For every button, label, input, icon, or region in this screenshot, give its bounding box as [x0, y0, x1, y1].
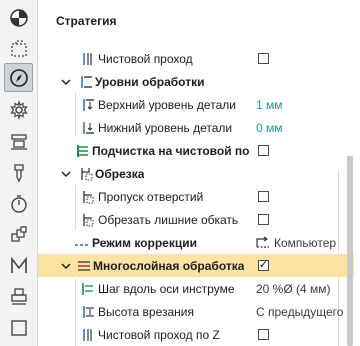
row-finish-pass[interactable]: Чистовой проход	[38, 47, 354, 70]
row-label: Пропуск отверстий	[98, 189, 204, 204]
row-label: Нижний уровень детали	[98, 120, 233, 135]
row-cleanup[interactable]: Подчистка на чистовой по	[38, 139, 354, 162]
machine-icon[interactable]	[4, 126, 33, 155]
printer-icon[interactable]	[4, 282, 33, 311]
row-finish-pass-z[interactable]: Чистовой проход по Z	[38, 323, 354, 346]
correction-mode-value[interactable]: Компьютер	[274, 236, 352, 250]
step-value[interactable]: 20 %Ø (4 мм)	[256, 282, 352, 296]
vertical-scrollbar[interactable]	[347, 156, 353, 346]
drill-icon[interactable]	[4, 158, 33, 187]
row-label: Чистовой проход по Z	[98, 327, 220, 342]
skip-holes-checkbox[interactable]	[258, 191, 269, 202]
row-trim[interactable]: Обрезка	[38, 162, 354, 185]
bottom-level-icon	[80, 120, 96, 136]
levels-icon	[78, 74, 94, 90]
cleanup-icon	[75, 143, 91, 159]
plunge-height-value[interactable]: С предыдущего	[256, 305, 352, 319]
row-label: Верхний уровень детали	[98, 97, 236, 112]
row-skip-holes[interactable]: Пропуск отверстий	[38, 185, 354, 208]
compass-icon[interactable]	[4, 63, 33, 92]
chevron-down-icon[interactable]	[60, 260, 72, 272]
finish-pass-checkbox[interactable]	[258, 53, 269, 64]
scrollbar-thumb[interactable]	[347, 156, 353, 346]
chevron-down-icon[interactable]	[60, 76, 72, 88]
row-step-along-axis[interactable]: Шаг вдоль оси инструме 20 %Ø (4 мм)	[38, 277, 354, 300]
trim-icon	[78, 166, 94, 182]
clock-icon[interactable]	[4, 189, 33, 218]
multilayer-icon	[76, 258, 92, 274]
row-label: Обрезка	[95, 166, 145, 181]
row-label: Подчистка на чистовой по	[92, 143, 250, 158]
top-level-icon	[80, 97, 96, 113]
row-label: Обрезать лишние обкать	[98, 212, 239, 227]
strategy-panel: Стратегия Чистовой проход Уровни обработ…	[38, 0, 360, 346]
pie-icon[interactable]	[4, 3, 33, 32]
cleanup-checkbox[interactable]	[258, 145, 269, 156]
row-plunge-height[interactable]: Высота врезания С предыдущего	[38, 300, 354, 323]
step-icon	[80, 281, 96, 297]
row-label: Многослойная обработка	[93, 258, 245, 273]
top-level-value[interactable]: 1 мм	[256, 98, 352, 112]
square-icon[interactable]	[4, 313, 33, 342]
row-correction-mode[interactable]: Режим коррекции Компьютер	[38, 231, 354, 254]
layers-icon[interactable]	[4, 220, 33, 249]
skip-holes-icon	[80, 189, 96, 205]
gear-icon[interactable]	[4, 95, 33, 124]
chevron-down-icon[interactable]	[60, 168, 72, 180]
row-multilayer[interactable]: Многослойная обработка ✓	[38, 254, 354, 277]
row-bottom-level[interactable]: Нижний уровень детали 0 мм	[38, 116, 354, 139]
finish-pass-z-checkbox[interactable]	[258, 329, 269, 340]
computer-mode-icon	[255, 235, 271, 251]
multilayer-checkbox[interactable]: ✓	[258, 260, 269, 271]
trim-extra-icon	[80, 212, 96, 228]
row-processing-levels[interactable]: Уровни обработки	[38, 70, 354, 93]
bottom-level-value[interactable]: 0 мм	[256, 121, 352, 135]
row-top-level[interactable]: Верхний уровень детали 1 мм	[38, 93, 354, 116]
row-label: Высота врезания	[98, 304, 195, 319]
row-trim-extra[interactable]: Обрезать лишние обкать	[38, 208, 354, 231]
dashed-box-icon[interactable]	[4, 34, 33, 63]
row-label: Уровни обработки	[95, 74, 205, 89]
row-label: Чистовой проход	[98, 51, 193, 66]
left-toolbar	[0, 0, 38, 346]
plunge-height-icon	[80, 304, 96, 320]
row-label: Режим коррекции	[92, 235, 197, 250]
trim-extra-checkbox[interactable]	[258, 214, 269, 225]
row-label: Шаг вдоль оси инструме	[98, 281, 235, 296]
correction-mode-icon	[74, 235, 90, 251]
finish-pass-z-icon	[80, 327, 96, 343]
finish-pass-icon	[80, 51, 96, 67]
panel-title: Стратегия	[56, 14, 117, 28]
m-letter-icon[interactable]	[4, 251, 33, 280]
